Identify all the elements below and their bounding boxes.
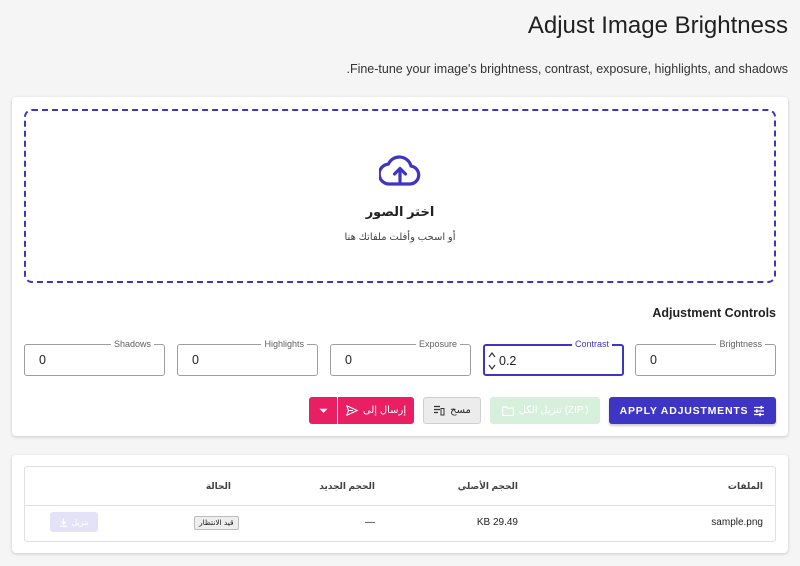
new-size: — [365, 517, 375, 528]
exposure-field[interactable]: Exposure 0 [330, 338, 471, 376]
files-header: الملفات [727, 481, 763, 491]
shadows-label: Shadows [110, 338, 154, 350]
files-table: الملفات الحجم الأصلي الحجم الجديد الحالة… [24, 466, 776, 542]
clear-label: مسح [450, 405, 471, 416]
exposure-value: 0 [345, 353, 352, 367]
apply-adjustments-button[interactable]: APPLY ADJUSTMENTS [609, 397, 776, 424]
file-dropzone[interactable]: اختر الصور أو اسحب وأفلت ملفاتك هنا [24, 109, 776, 283]
page-subtitle: .Fine-tune your image's brightness, cont… [346, 62, 788, 76]
files-card: الملفات الحجم الأصلي الحجم الجديد الحالة… [12, 455, 788, 553]
contrast-field[interactable]: Contrast 0.2 [483, 338, 624, 376]
apply-adjustments-label: APPLY ADJUSTMENTS [619, 404, 749, 417]
chevron-down-icon [319, 408, 327, 413]
brightness-label: Brightness [716, 338, 765, 350]
send-to-menu-button[interactable] [309, 397, 337, 424]
file-name: sample.png [711, 517, 763, 528]
send-to-button[interactable]: إرسال إلى [338, 397, 414, 424]
dropzone-subtitle: أو اسحب وأفلت ملفاتك هنا [344, 232, 456, 243]
highlights-field[interactable]: Highlights 0 [177, 338, 318, 376]
header-divider [25, 505, 775, 506]
clear-button[interactable]: مسح [423, 397, 481, 424]
original-size: KB 29.49 [476, 517, 518, 528]
spinner-arrows-icon[interactable] [488, 349, 496, 373]
exposure-label: Exposure [415, 338, 460, 350]
contrast-label: Contrast [571, 338, 612, 350]
highlights-label: Highlights [261, 338, 307, 350]
download-zip-label: تنزيل الكل (ZIP.) [518, 405, 589, 416]
download-file-button[interactable]: تنزيل [50, 512, 98, 532]
download-file-label: تنزيل [71, 517, 89, 527]
page-title: Adjust Image Brightness [527, 12, 788, 39]
shadows-value: 0 [39, 353, 46, 367]
clear-all-icon [434, 405, 445, 416]
adjustment-controls-title: Adjustment Controls [652, 306, 776, 320]
tune-icon [754, 405, 765, 416]
cloud-upload-icon [379, 155, 421, 186]
dropzone-title: اختر الصور [365, 204, 435, 219]
shadows-field[interactable]: Shadows 0 [24, 338, 165, 376]
brightness-field[interactable]: Brightness 0 [635, 338, 776, 376]
folder-zip-icon [501, 405, 514, 416]
brightness-value: 0 [650, 353, 657, 367]
send-icon [346, 405, 358, 416]
highlights-value: 0 [192, 353, 199, 367]
download-icon [60, 518, 68, 527]
contrast-value: 0.2 [499, 354, 517, 368]
original-size-header: الحجم الأصلي [457, 481, 518, 491]
download-zip-button[interactable]: تنزيل الكل (ZIP.) [490, 397, 600, 424]
adjust-card: اختر الصور أو اسحب وأفلت ملفاتك هنا Adju… [12, 97, 788, 436]
status-badge: قيد الانتظار [194, 516, 239, 530]
new-size-header: الحجم الجديد [319, 481, 375, 491]
send-to-label: إرسال إلى [362, 405, 407, 416]
status-header: الحالة [205, 481, 231, 491]
